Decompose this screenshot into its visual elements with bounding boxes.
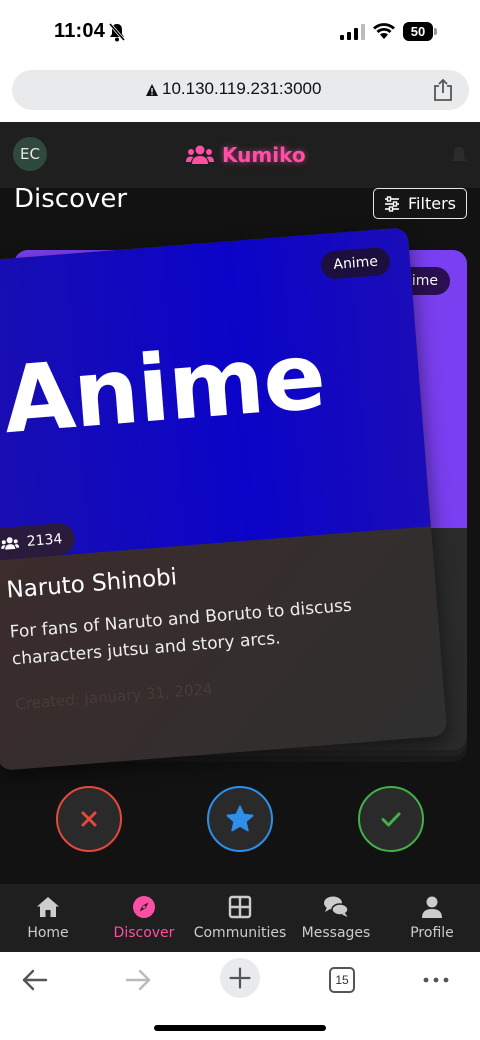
nav-item-home[interactable]: Home: [0, 884, 96, 952]
star-icon: [226, 805, 254, 832]
nav-label-messages: Messages: [301, 925, 371, 941]
nav-item-communities[interactable]: Communities: [192, 884, 288, 952]
favorite-button[interactable]: [207, 786, 273, 852]
battery-level: 50: [410, 24, 426, 39]
nav-item-profile[interactable]: Profile: [384, 884, 480, 952]
ellipsis-icon: [423, 977, 449, 983]
created-date: Created: January 31, 2024: [14, 679, 214, 714]
status-time: 11:04: [54, 20, 106, 42]
page-title: Discover: [14, 184, 128, 214]
bell-off-icon: [108, 23, 126, 42]
browser-address-bar: 10.130.119.231:3000: [0, 62, 480, 122]
category-tag: Anime: [320, 246, 391, 280]
nav-label-home: Home: [27, 925, 69, 941]
browser-toolbar: 15: [0, 952, 480, 1040]
home-icon: [37, 897, 59, 917]
bell-icon[interactable]: [450, 146, 468, 166]
users-icon: [186, 145, 214, 164]
nav-item-discover[interactable]: Discover: [96, 884, 192, 952]
warning-icon: [146, 84, 158, 96]
filters-label: Filters: [408, 194, 456, 213]
users-icon: [1, 537, 20, 550]
signal-icon: [340, 24, 365, 40]
community-description: For fans of Naruto and Boruto to discuss…: [9, 595, 353, 670]
tab-count: 15: [329, 967, 355, 993]
url-text: 10.130.119.231:3000: [162, 79, 322, 98]
url-field[interactable]: 10.130.119.231:3000: [12, 70, 469, 110]
avatar[interactable]: EC: [13, 137, 47, 171]
arrow-right-icon: [125, 969, 151, 991]
nav-label-discover: Discover: [113, 925, 175, 941]
tabs-button[interactable]: 15: [324, 962, 360, 998]
check-icon: [381, 812, 401, 827]
member-count: 2134: [26, 531, 63, 550]
close-icon: [81, 811, 97, 827]
filters-button[interactable]: Filters: [373, 188, 467, 219]
home-indicator: [154, 1025, 326, 1031]
sliders-icon: [385, 195, 400, 212]
accept-button[interactable]: [358, 786, 424, 852]
nav-label-profile: Profile: [410, 925, 454, 941]
forward-button[interactable]: [120, 962, 156, 998]
reject-button[interactable]: [56, 786, 122, 852]
compass-icon: [133, 896, 155, 918]
brand-name: Kumiko: [222, 143, 306, 167]
comments-icon: [324, 896, 349, 917]
bottom-nav: Home Discover Communities Messages Profi…: [0, 884, 480, 952]
more-options-icon[interactable]: [418, 962, 454, 998]
wifi-icon: [373, 23, 395, 39]
app-header: EC Kumiko: [0, 122, 480, 188]
back-button[interactable]: [17, 962, 53, 998]
community-name: Naruto Shinobi: [5, 564, 179, 604]
user-icon: [422, 896, 442, 918]
plus-icon: [229, 967, 251, 989]
status-bar: 11:04 50: [0, 0, 480, 62]
nav-item-messages[interactable]: Messages: [288, 884, 384, 952]
card-hero: Anime Anime: [0, 227, 431, 562]
battery-indicator: 50: [403, 22, 437, 41]
brand-logo[interactable]: Kumiko: [186, 142, 306, 168]
grid-icon: [228, 895, 252, 919]
share-icon[interactable]: [432, 78, 454, 102]
nav-label-communities: Communities: [193, 925, 287, 941]
hero-title: Anime: [0, 322, 329, 455]
new-tab-button[interactable]: [220, 958, 260, 998]
community-card[interactable]: Anime Anime 2134 Naruto Shinobi For fans…: [0, 227, 448, 771]
arrow-left-icon: [22, 969, 48, 991]
